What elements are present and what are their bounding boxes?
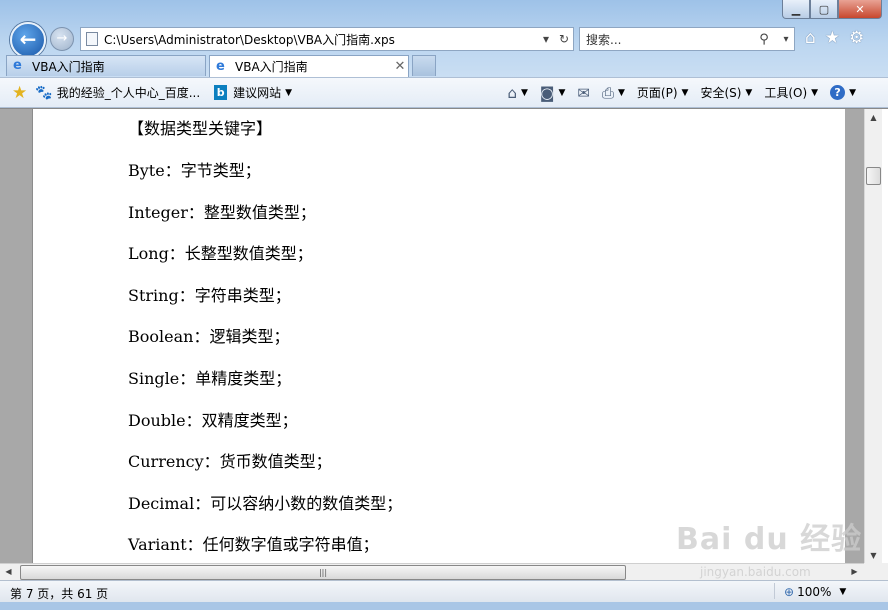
page-margin-right <box>845 109 864 564</box>
chevron-down-icon: ▼ <box>681 87 689 98</box>
doc-line: Double：双精度类型； <box>128 411 298 430</box>
doc-line: 【数据类型关键字】 <box>128 119 273 138</box>
horizontal-scroll-thumb[interactable]: ||| <box>20 565 626 580</box>
zoom-control[interactable]: ⊕ 100% ▼ <box>784 585 846 599</box>
close-window-button[interactable]: ✕ <box>838 0 882 19</box>
printer-icon: ⎙ <box>601 83 614 102</box>
help-menu[interactable]: ? ▼ <box>830 85 856 100</box>
rss-feed-icon: ◙ <box>539 83 555 102</box>
doc-line: Variant：任何数字值或字符串值； <box>128 535 379 554</box>
mail-icon: ✉ <box>577 83 590 102</box>
zoom-level: 100% <box>797 585 832 599</box>
chevron-down-icon: ▼ <box>849 87 856 98</box>
home-icon: ⌂ <box>507 83 517 102</box>
doc-line: Currency：货币数值类型； <box>128 452 332 471</box>
ie-icon: e <box>216 58 225 74</box>
tab-vba-guide-2[interactable]: e VBA入门指南 ✕ <box>209 55 409 77</box>
feeds-command[interactable]: ◙ ▼ <box>540 84 565 102</box>
favorite-link-label: 我的经验_个人中心_百度... <box>56 86 201 100</box>
refresh-icon[interactable]: ↻ <box>555 32 573 46</box>
safety-menu-label: 安全(S) <box>700 86 742 100</box>
page-menu[interactable]: 页面(P) ▼ <box>637 84 689 101</box>
home-icon[interactable]: ⌂ <box>805 28 816 48</box>
address-url[interactable]: C:\Users\Administrator\Desktop\VBA入门指南.x… <box>104 31 537 48</box>
search-icon[interactable]: ⚲ <box>750 32 778 47</box>
back-button[interactable]: ← <box>10 22 46 58</box>
scroll-up-arrow-icon[interactable]: ▲ <box>865 109 882 126</box>
forward-button[interactable]: → <box>50 27 74 51</box>
page-count-status: 第 7 页，共 61 页 <box>10 587 109 601</box>
tab-vba-guide-1[interactable]: e VBA入门指南 <box>6 55 206 76</box>
doc-line: Boolean：逻辑类型； <box>128 327 290 346</box>
status-bar: 第 7 页，共 61 页 ⊕ 100% ▼ <box>0 580 888 602</box>
doc-line: Long：长整型数值类型； <box>128 244 313 263</box>
window-controls: ▁ ▢ ✕ <box>782 0 882 19</box>
page-menu-label: 页面(P) <box>636 86 678 100</box>
chevron-down-icon[interactable]: ▼ <box>618 88 625 98</box>
doc-line: Single：单精度类型； <box>128 369 292 388</box>
vertical-scrollbar[interactable]: ▲ ▼ <box>864 109 882 564</box>
favorites-add-star-icon[interactable]: ★ <box>12 83 27 103</box>
tab-label: VBA入门指南 <box>235 60 308 74</box>
scroll-right-arrow-icon[interactable]: ▶ <box>846 564 863 580</box>
zoom-icon: ⊕ <box>784 585 795 599</box>
address-dropdown-icon[interactable]: ▾ <box>537 32 555 46</box>
tab-strip: e VBA入门指南 e VBA入门指南 ✕ <box>6 55 436 77</box>
window-frame-bottom <box>0 602 888 610</box>
document-icon <box>86 32 98 46</box>
command-bar: ⌂ ▼ ◙ ▼ ✉ ⎙ ▼ 页面(P) ▼ 安全(S) ▼ 工具(O) ▼ ? … <box>507 78 856 107</box>
search-box[interactable]: 搜索... ⚲ ▾ <box>579 27 795 51</box>
doc-line: Integer：整型数值类型； <box>128 203 316 222</box>
doc-line: Byte：字节类型； <box>128 161 261 180</box>
help-icon: ? <box>830 85 846 100</box>
search-dropdown-icon[interactable]: ▾ <box>778 34 794 45</box>
tools-menu[interactable]: 工具(O) ▼ <box>764 84 818 101</box>
favorite-suggested-sites[interactable]: b 建议网站 ▼ <box>214 84 292 101</box>
scroll-left-arrow-icon[interactable]: ◀ <box>0 564 17 580</box>
tools-menu-label: 工具(O) <box>764 86 808 100</box>
chevron-down-icon: ▼ <box>285 87 293 98</box>
new-tab-button[interactable] <box>412 55 436 76</box>
favorites-bar: ★ 🐾 我的经验_个人中心_百度... b 建议网站 ▼ ⌂ ▼ ◙ ▼ ✉ ⎙… <box>0 77 888 108</box>
bing-icon: b <box>214 85 228 100</box>
tab-label: VBA入门指南 <box>32 59 105 74</box>
scroll-down-arrow-icon[interactable]: ▼ <box>865 547 882 564</box>
doc-line: String：字符串类型； <box>128 286 291 305</box>
close-tab-icon[interactable]: ✕ <box>392 59 408 74</box>
watermark-url: jingyan.baidu.com <box>700 565 811 579</box>
tools-gear-icon[interactable]: ⚙ <box>849 28 864 48</box>
chevron-down-icon: ▼ <box>811 87 819 98</box>
scrollbar-corner <box>864 563 888 580</box>
ie-icon: e <box>13 58 22 73</box>
address-bar[interactable]: C:\Users\Administrator\Desktop\VBA入门指南.x… <box>80 27 574 51</box>
print-command[interactable]: ⎙ ▼ <box>602 84 625 102</box>
chevron-down-icon: ▼ <box>745 87 753 98</box>
status-divider <box>774 583 775 599</box>
safety-menu[interactable]: 安全(S) ▼ <box>700 84 752 101</box>
maximize-button[interactable]: ▢ <box>810 0 838 19</box>
chevron-down-icon[interactable]: ▼ <box>521 88 528 98</box>
favorite-link-baidu-jingyan[interactable]: 🐾 我的经验_个人中心_百度... <box>35 84 200 101</box>
baidu-paw-icon: 🐾 <box>35 84 53 101</box>
vertical-scroll-thumb[interactable] <box>866 167 881 185</box>
search-input[interactable]: 搜索... <box>580 31 750 48</box>
favorite-link-label: 建议网站 <box>233 86 282 100</box>
baidu-jingyan-watermark: Bai du 经验 <box>676 522 863 557</box>
doc-line: Decimal：可以容纳小数的数值类型； <box>128 494 403 513</box>
home-command[interactable]: ⌂ ▼ <box>507 84 527 102</box>
favorites-star-icon[interactable]: ★ <box>825 28 840 48</box>
chevron-down-icon: ▼ <box>839 587 847 597</box>
document-viewport[interactable]: 【数据类型关键字】 Byte：字节类型； Integer：整型数值类型； Lon… <box>0 108 888 564</box>
browser-right-icons: ⌂ ★ ⚙ <box>805 28 864 48</box>
page-margin-left <box>0 109 33 564</box>
minimize-button[interactable]: ▁ <box>782 0 810 19</box>
mail-command[interactable]: ✉ <box>577 84 590 102</box>
chevron-down-icon[interactable]: ▼ <box>558 88 565 98</box>
